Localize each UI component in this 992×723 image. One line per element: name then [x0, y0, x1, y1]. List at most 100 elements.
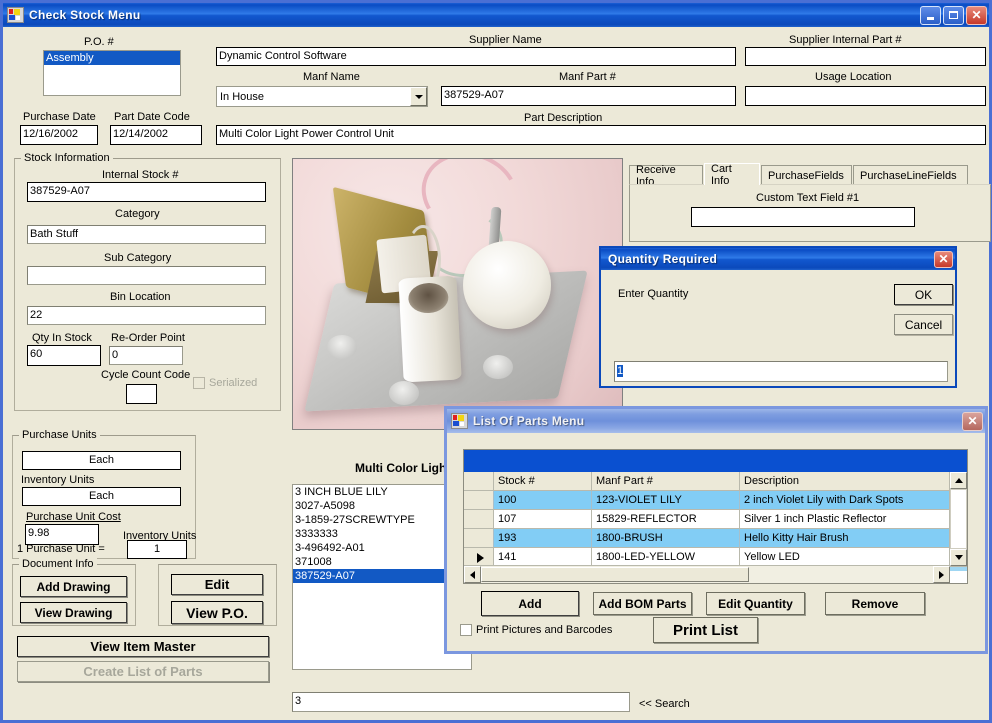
- cycle-count-code-label: Cycle Count Code: [101, 369, 191, 381]
- manf-name-label: Manf Name: [303, 71, 360, 83]
- purchase-date-label: Purchase Date: [23, 111, 96, 123]
- add-bom-parts-button[interactable]: Add BOM Parts: [593, 592, 692, 615]
- view-po-button[interactable]: View P.O.: [171, 601, 263, 624]
- custom-text-field-label: Custom Text Field #1: [756, 192, 860, 204]
- usage-location-field[interactable]: [745, 86, 986, 106]
- bin-location-label: Bin Location: [110, 291, 171, 303]
- row-selector[interactable]: [464, 529, 494, 547]
- scroll-right-button[interactable]: [933, 566, 950, 583]
- quantity-input[interactable]: 1: [614, 361, 948, 382]
- grid-header-manf[interactable]: Manf Part #: [592, 472, 740, 490]
- purchase-units-field[interactable]: Each: [22, 451, 181, 470]
- view-item-master-button[interactable]: View Item Master: [17, 636, 269, 657]
- purchase-unit-cost-field[interactable]: 9.98: [25, 524, 99, 545]
- custom-text-field-1[interactable]: [691, 207, 915, 227]
- manf-name-combo[interactable]: In House: [216, 86, 428, 107]
- table-row[interactable]: 107 15829-REFLECTOR Silver 1 inch Plasti…: [464, 510, 967, 529]
- grid-header-corner: [464, 472, 494, 490]
- quantity-input-value: 1: [617, 365, 624, 377]
- quantity-dialog-titlebar: Quantity Required ✕: [601, 248, 955, 270]
- app-icon: [451, 413, 468, 429]
- tab-receive-info[interactable]: Receive Info: [629, 164, 703, 188]
- chevron-down-icon[interactable]: [410, 87, 427, 106]
- manf-part-field[interactable]: 387529-A07: [441, 86, 736, 106]
- window-title: Check Stock Menu: [29, 8, 141, 22]
- ok-button[interactable]: OK: [894, 284, 953, 305]
- cell-manf: 123-VIOLET LILY: [592, 491, 740, 509]
- po-list-item[interactable]: Assembly: [44, 51, 180, 65]
- table-row[interactable]: 100 123-VIOLET LILY 2 inch Violet Lily w…: [464, 491, 967, 510]
- tab-purchase-fields[interactable]: PurchaseFields: [761, 165, 852, 185]
- view-drawing-button[interactable]: View Drawing: [20, 602, 127, 623]
- qty-in-stock-label: Qty In Stock: [32, 332, 92, 344]
- grid-title-bar: [464, 450, 967, 472]
- scroll-up-button[interactable]: [950, 472, 967, 489]
- part-date-code-field[interactable]: 12/14/2002: [110, 125, 202, 145]
- list-of-parts-close-button[interactable]: ✕: [962, 411, 983, 431]
- maximize-button[interactable]: [943, 5, 964, 25]
- close-button[interactable]: ✕: [966, 5, 987, 25]
- internal-stock-field[interactable]: 387529-A07: [27, 182, 266, 202]
- category-field[interactable]: Bath Stuff: [27, 225, 266, 244]
- po-listbox[interactable]: Assembly: [43, 50, 181, 96]
- qty-in-stock-field[interactable]: 60: [27, 345, 101, 366]
- row-selector[interactable]: [464, 491, 494, 509]
- row-selector-current[interactable]: [464, 548, 494, 566]
- tab-purchase-line-fields[interactable]: PurchaseLineFields: [853, 165, 968, 185]
- quantity-required-dialog: Quantity Required ✕ Enter Quantity OK Ca…: [599, 246, 957, 388]
- remove-button[interactable]: Remove: [825, 592, 925, 615]
- grid-header-description[interactable]: Description: [740, 472, 967, 490]
- minimize-button[interactable]: [920, 5, 941, 25]
- search-input[interactable]: 3: [292, 692, 630, 712]
- reorder-point-field[interactable]: 0: [109, 346, 183, 365]
- grid-vertical-scrollbar[interactable]: [949, 472, 967, 566]
- scroll-thumb[interactable]: [481, 567, 749, 582]
- scroll-track[interactable]: [950, 489, 967, 549]
- edit-button[interactable]: Edit: [171, 574, 263, 595]
- tab-cart-info[interactable]: Cart Info: [704, 163, 760, 187]
- cell-stock: 193: [494, 529, 592, 547]
- conversion-value-field[interactable]: 1: [127, 540, 187, 559]
- purchase-units-caption: Purchase Units: [19, 429, 100, 441]
- edit-quantity-button[interactable]: Edit Quantity: [706, 592, 805, 615]
- cycle-count-code-field[interactable]: [126, 384, 157, 404]
- print-pictures-checkbox[interactable]: Print Pictures and Barcodes: [460, 624, 612, 636]
- sub-category-field[interactable]: [27, 266, 266, 285]
- list-of-parts-window: List Of Parts Menu ✕ Stock # Manf Part #…: [444, 406, 988, 654]
- row-selector[interactable]: [464, 510, 494, 528]
- manf-name-value: In House: [220, 90, 265, 103]
- internal-stock-label: Internal Stock #: [102, 169, 179, 181]
- search-label: << Search: [639, 698, 690, 710]
- close-icon: ✕: [938, 252, 949, 266]
- supplier-name-field[interactable]: Dynamic Control Software: [216, 47, 736, 66]
- grid-horizontal-scrollbar[interactable]: [464, 565, 950, 583]
- conversion-label: 1 Purchase Unit =: [17, 543, 105, 555]
- cell-manf: 1800-LED-YELLOW: [592, 548, 740, 566]
- serialized-checkbox[interactable]: Serialized: [193, 377, 257, 389]
- quantity-dialog-title: Quantity Required: [608, 252, 718, 266]
- purchase-date-field[interactable]: 12/16/2002: [20, 125, 98, 145]
- po-label: P.O. #: [84, 36, 114, 48]
- create-list-of-parts-button[interactable]: Create List of Parts: [17, 661, 269, 682]
- scroll-left-button[interactable]: [464, 566, 481, 583]
- parts-grid[interactable]: Stock # Manf Part # Description 100 123-…: [463, 449, 968, 584]
- inventory-units-field[interactable]: Each: [22, 487, 181, 506]
- add-drawing-button[interactable]: Add Drawing: [20, 576, 127, 597]
- part-list-title: Multi Color Light: [355, 461, 451, 475]
- part-photo: [292, 158, 623, 430]
- cancel-button[interactable]: Cancel: [894, 314, 953, 335]
- quantity-dialog-close-button[interactable]: ✕: [934, 250, 953, 268]
- inventory-units-label: Inventory Units: [21, 474, 95, 486]
- part-description-field[interactable]: Multi Color Light Power Control Unit: [216, 125, 986, 145]
- table-row[interactable]: 193 1800-BRUSH Hello Kitty Hair Brush: [464, 529, 967, 548]
- maximize-icon: [949, 11, 958, 19]
- scroll-down-button[interactable]: [950, 549, 967, 566]
- bin-location-field[interactable]: 22: [27, 306, 266, 325]
- grid-header-stock[interactable]: Stock #: [494, 472, 592, 490]
- check-stock-window: Check Stock Menu ✕ P.O. # Assembly Suppl…: [0, 0, 992, 723]
- print-list-button[interactable]: Print List: [653, 617, 758, 643]
- checkbox-icon: [193, 377, 205, 389]
- add-button[interactable]: Add: [481, 591, 579, 616]
- cell-stock: 141: [494, 548, 592, 566]
- supplier-internal-part-field[interactable]: [745, 47, 986, 66]
